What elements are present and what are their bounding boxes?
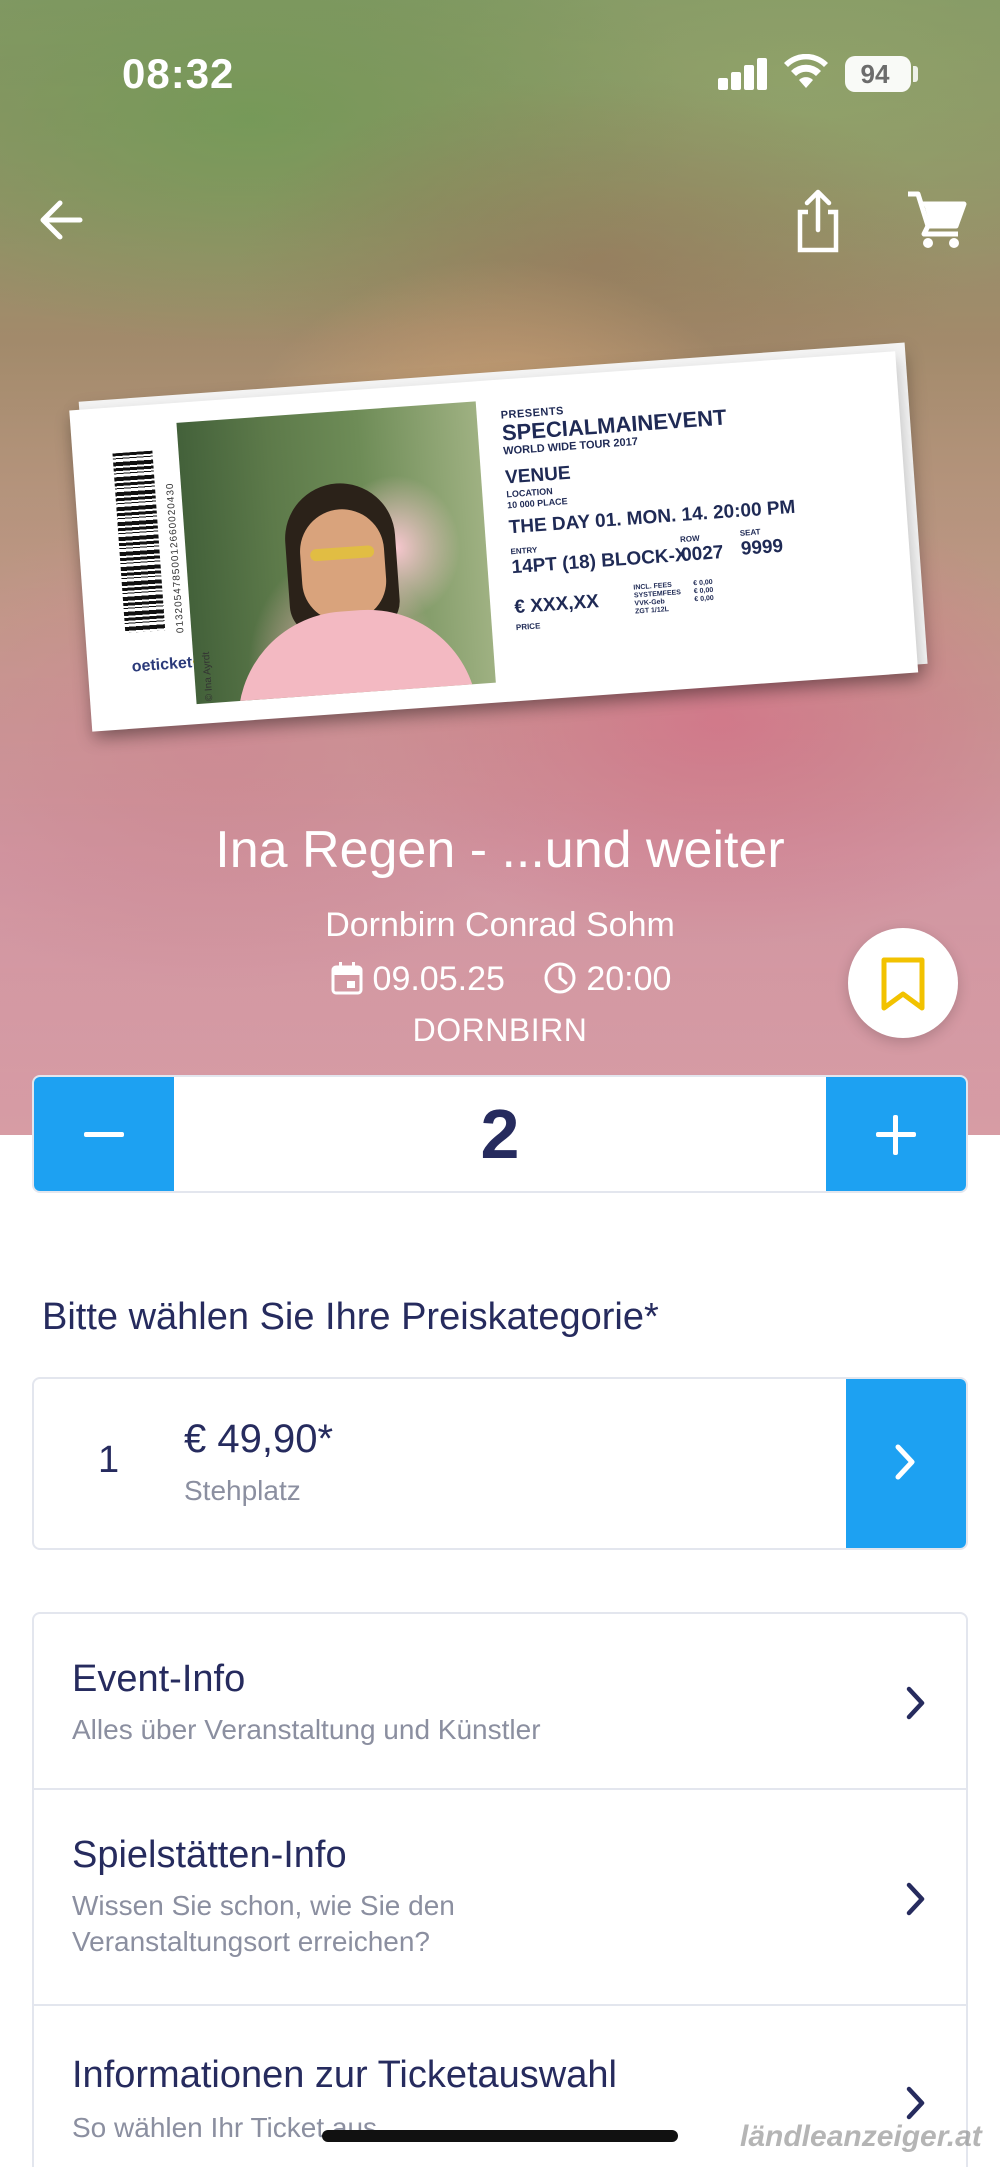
decrease-quantity-button[interactable] [34,1077,174,1191]
battery-level: 94 [860,59,890,89]
status-time: 08:32 [122,50,235,97]
photo-dress [230,602,478,705]
chevron-right-icon [906,2086,925,2120]
bookmark-button[interactable] [848,928,958,1038]
info-item-title: Event-Info [72,1658,246,1700]
share-icon[interactable] [788,186,848,256]
home-indicator [322,2130,678,2142]
ticket-price: € XXX,XX [513,591,600,619]
ticket-price-label: PRICE [515,621,541,633]
event-venue: Dornbirn Conrad Sohm [325,906,675,944]
info-list: Event-Info Alles über Veranstaltung und … [32,1612,968,2167]
ticket-row-label: ROW [679,533,700,545]
plus-icon-vertical [893,1115,898,1155]
event-city: DORNBIRN [412,1012,588,1048]
info-item-subtitle: Alles über Veranstaltung und Künstler [72,1714,541,1745]
artist-photo: © Ina Ayrdt [176,401,496,705]
quantity-value: 2 [480,1095,520,1173]
watermark: ländleanzeiger.at [740,2120,982,2153]
ticket-brand-logo: oeticket● [131,654,200,677]
cart-icon[interactable] [906,190,968,250]
increase-quantity-button[interactable] [826,1077,966,1191]
clock-icon [544,962,576,994]
ticket: 01320547850012660020430 oeticket● © Ina … [69,351,919,732]
info-item-title: Spielstätten-Info [72,1834,347,1876]
ticket-details: PRESENTS SPECIALMAINEVENT WORLD WIDE TOU… [500,382,896,641]
status-bar: 08:32 94 [0,0,1000,150]
quantity-stepper: 2 [32,1075,968,1193]
event-title: Ina Regen - ...und weiter [215,821,785,879]
event-time: 20:00 [542,960,671,999]
battery-cap [913,66,918,82]
info-item-event[interactable]: Event-Info Alles über Veranstaltung und … [34,1614,966,1790]
bookmark-icon [881,957,925,1011]
info-item-subtitle: Wissen Sie schon, wie Sie den Veranstalt… [72,1890,455,1957]
minus-icon [84,1132,124,1137]
select-price-button[interactable] [846,1379,966,1548]
price-category-heading: Bitte wählen Sie Ihre Preiskategorie* [42,1296,659,1338]
ticket-fee-value: € 0,00 [694,594,715,604]
ticket-fees: INCL. FEES SYSTEMFEES VVK-Geb ZGT 1/12L [633,581,682,616]
chevron-right-icon [906,1882,925,1916]
ticket-illustration: 01320547850012660020430 oeticket● © Ina … [69,342,930,739]
price-category-index: 1 [98,1439,120,1481]
back-arrow-icon[interactable] [32,190,92,250]
price-category-item[interactable]: 1 € 49,90* Stehplatz [32,1377,968,1550]
event-date-text: 09.05.25 [372,959,505,998]
price-category-amount: € 49,90* [184,1417,334,1461]
chevron-right-icon [906,1686,925,1720]
ticket-seat: 9999 [740,535,784,560]
price-category-label: Stehplatz [184,1475,301,1506]
info-item-venue[interactable]: Spielstätten-Info Wissen Sie schon, wie … [34,1790,966,2006]
ticket-fee-values: € 0,00 € 0,00 € 0,00 [693,579,714,604]
chevron-right-icon [895,1444,915,1480]
event-time-text: 20:00 [586,959,672,998]
ticket-brand-text: oeticket [131,654,193,676]
info-item-title: Informationen zur Ticketauswahl [72,2054,617,2096]
battery-icon: 94 [845,56,911,92]
calendar-icon [331,961,363,995]
ticket-seat-label: SEAT [739,527,761,538]
photo-caption: © Ina Ayrdt [200,651,216,702]
event-date: 09.05.25 [329,960,505,999]
ticket-row: 0027 [680,542,725,567]
wifi-icon [784,54,828,88]
barcode [112,450,166,634]
ticket-entry: 14PT (18) BLOCK-X [510,544,689,579]
cellular-signal-icon [718,58,768,90]
